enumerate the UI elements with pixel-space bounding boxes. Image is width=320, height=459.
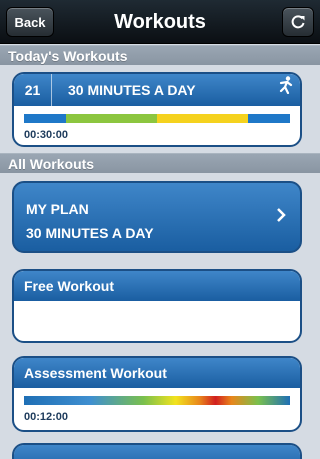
- today-workout-card[interactable]: 21 30 MINUTES A DAY 00:30:00: [12, 72, 302, 147]
- nav-bar: Back Workouts: [0, 0, 320, 44]
- back-button[interactable]: Back: [6, 7, 54, 37]
- bar-segment: [66, 114, 157, 123]
- workout-title: 30 MINUTES A DAY: [68, 82, 196, 98]
- runner-icon: [270, 75, 300, 105]
- day-number: 21: [14, 74, 52, 106]
- next-workout-card[interactable]: [12, 443, 302, 459]
- plan-name: 30 MINUTES A DAY: [26, 225, 154, 241]
- intensity-bar: [24, 114, 290, 123]
- bar-segment: [247, 114, 290, 123]
- workout-duration: 00:30:00: [24, 129, 69, 141]
- free-workout-card[interactable]: Free Workout: [12, 269, 302, 343]
- bar-segment: [24, 114, 67, 123]
- today-workout-header: 21 30 MINUTES A DAY: [14, 74, 300, 106]
- plan-label: MY PLAN: [26, 201, 89, 217]
- assessment-workout-title: Assessment Workout: [14, 358, 300, 388]
- free-workout-title: Free Workout: [14, 271, 300, 301]
- chevron-right-icon: [276, 205, 286, 228]
- section-header-all: All Workouts: [0, 153, 320, 173]
- bar-segment: [157, 114, 248, 123]
- section-header-today: Today's Workouts: [0, 45, 320, 65]
- workout-duration: 00:12:00: [24, 411, 69, 423]
- refresh-button[interactable]: [282, 7, 314, 37]
- next-workout-title: [14, 445, 300, 459]
- intensity-bar: [24, 396, 290, 405]
- refresh-icon: [291, 15, 305, 29]
- my-plan-card[interactable]: MY PLAN 30 MINUTES A DAY: [12, 181, 302, 253]
- page-title: Workouts: [114, 11, 206, 33]
- assessment-workout-card[interactable]: Assessment Workout 00:12:00: [12, 356, 302, 432]
